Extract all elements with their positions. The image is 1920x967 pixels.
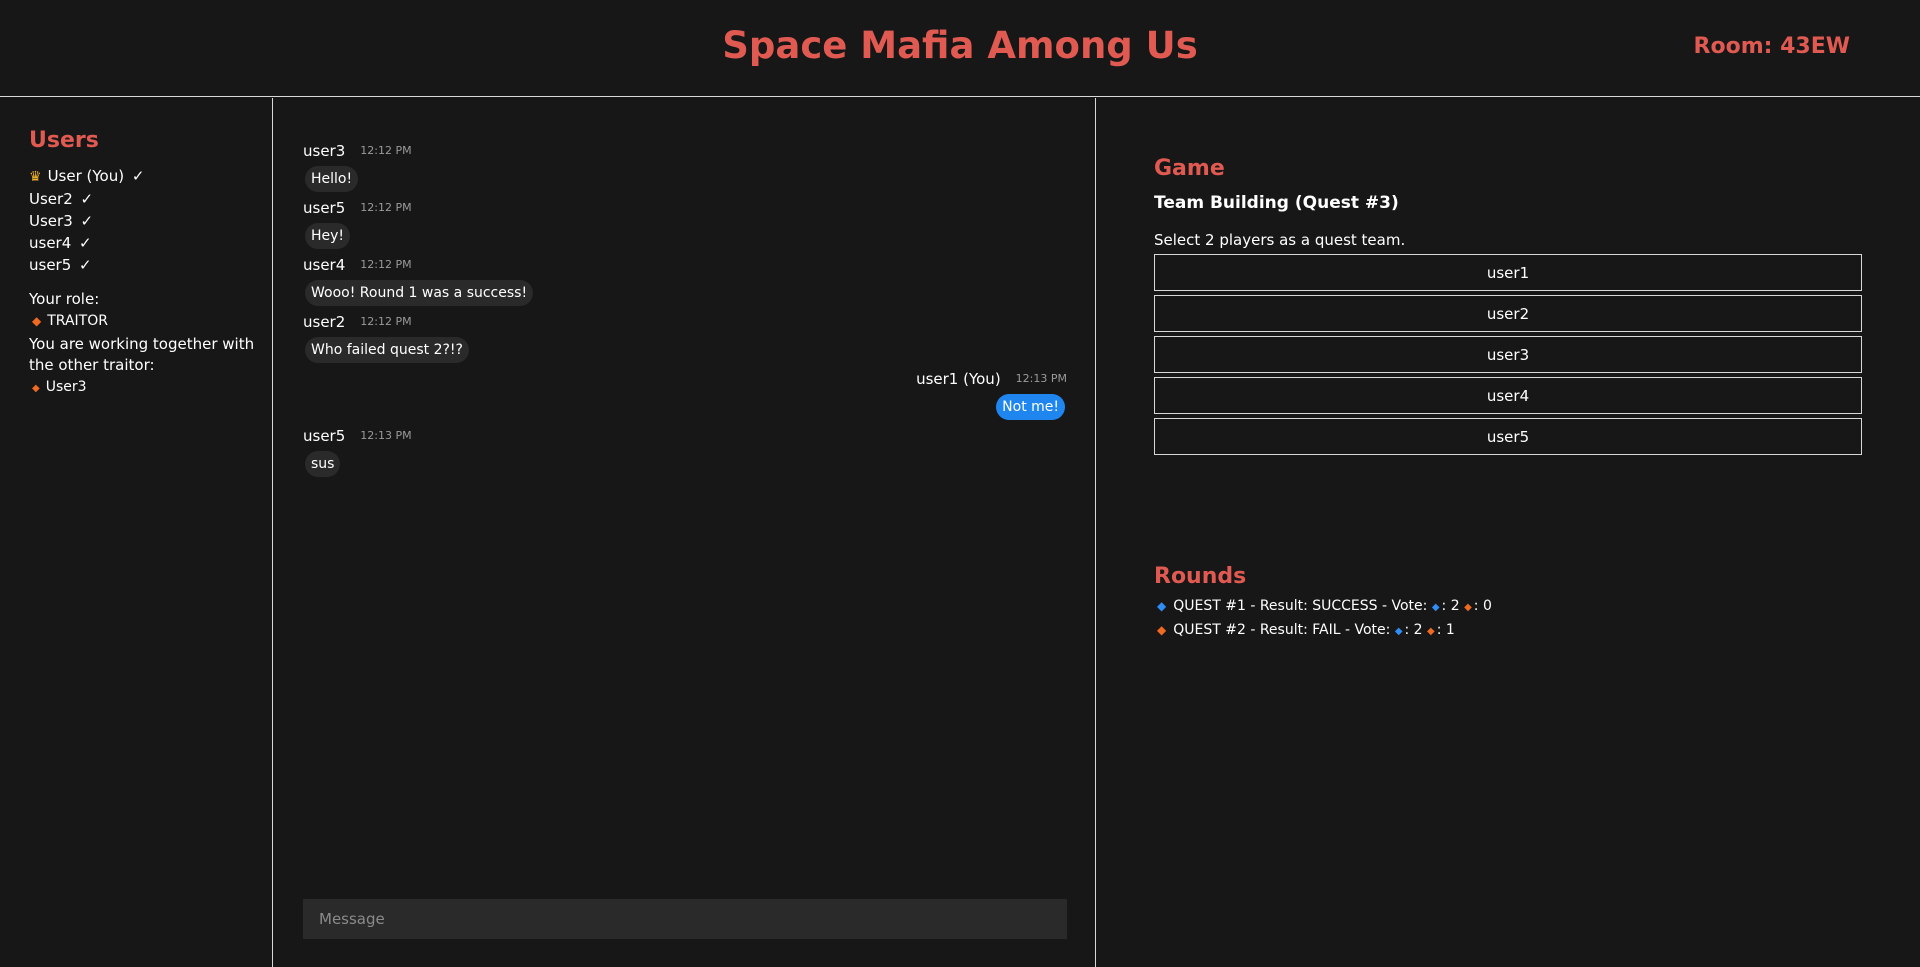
message-bubble: sus xyxy=(305,451,341,477)
player-select-button[interactable]: user4 xyxy=(1154,377,1862,414)
rounds-heading: Rounds xyxy=(1154,564,1247,589)
game-instruction: Select 2 players as a quest team. xyxy=(1154,231,1406,249)
chat-message: user5 12:12 PM Hey! xyxy=(303,197,1067,252)
message-bubble: Hello! xyxy=(305,166,359,192)
check-icon: ✓ xyxy=(79,256,92,274)
user-list-item: User3 ✓ xyxy=(29,210,272,232)
room-code: Room: 43EW xyxy=(1693,34,1850,59)
crown-icon: ♛ xyxy=(29,169,42,185)
user-list: ♛ User (You) ✓ User2 ✓ User3 ✓ user4 ✓ us… xyxy=(29,165,272,276)
message-author: user5 xyxy=(303,198,346,217)
ally-row: ◆ User3 xyxy=(29,376,272,400)
orange-diamond-icon: ◆ xyxy=(1427,626,1435,637)
fail-vote-count: : 0 xyxy=(1473,598,1492,614)
chat-panel: user3 12:12 PM Hello! user5 12:12 PM Hey! … xyxy=(274,98,1096,967)
round-summary: QUEST #1 - Result: SUCCESS - Vote: xyxy=(1173,598,1428,614)
app-title: Space Mafia Among Us xyxy=(722,24,1198,67)
check-icon: ✓ xyxy=(80,190,94,208)
check-icon: ✓ xyxy=(80,212,94,230)
message-time: 12:13 PM xyxy=(360,429,412,442)
user-name: user4 xyxy=(29,234,72,252)
user-name: user5 xyxy=(29,256,72,274)
message-author: user2 xyxy=(303,312,346,331)
chat-message: user4 12:12 PM Wooo! Round 1 was a succes… xyxy=(303,254,1067,309)
game-panel: Game Team Building (Quest #3) Select 2 p… xyxy=(1097,98,1920,967)
user-list-item: user4 ✓ xyxy=(29,232,272,254)
message-input[interactable] xyxy=(303,899,1067,939)
fail-vote-count: : 1 xyxy=(1436,622,1455,638)
role-label: Your role: xyxy=(29,290,100,308)
user-name: User2 xyxy=(29,190,73,208)
message-author: user1 (You) xyxy=(916,369,1001,388)
blue-diamond-icon: ◆ xyxy=(1431,602,1440,613)
check-icon: ✓ xyxy=(131,167,145,185)
round-summary: QUEST #2 - Result: FAIL - Vote: xyxy=(1173,622,1391,638)
round-item: ◆ QUEST #2 - Result: FAIL - Vote: ◆: 2 ◆:… xyxy=(1154,619,1862,643)
app-header: Space Mafia Among Us Room: 43EW xyxy=(0,0,1920,97)
message-author: user5 xyxy=(303,426,346,445)
user-list-item: ♛ User (You) ✓ xyxy=(29,165,272,188)
user-list-item: user5 ✓ xyxy=(29,254,272,276)
message-list: user3 12:12 PM Hello! user5 12:12 PM Hey! … xyxy=(303,140,1067,482)
orange-diamond-icon: ◆ xyxy=(32,383,40,394)
player-select-button[interactable]: user5 xyxy=(1154,418,1862,455)
chat-message: user2 12:12 PM Who failed quest 2?!? xyxy=(303,311,1067,366)
role-name: TRAITOR xyxy=(47,313,108,329)
chat-message: user3 12:12 PM Hello! xyxy=(303,140,1067,195)
blue-diamond-icon: ◆ xyxy=(1394,626,1403,637)
own-chat-message: user1 (You) 12:13 PM Not me! xyxy=(303,368,1067,423)
message-time: 12:12 PM xyxy=(360,315,412,328)
message-time: 12:13 PM xyxy=(1015,372,1067,385)
message-bubble: Wooo! Round 1 was a success! xyxy=(305,280,534,306)
orange-diamond-icon: ◆ xyxy=(32,314,42,328)
success-vote-count: : 2 xyxy=(1404,622,1423,638)
game-section: Game Team Building (Quest #3) Select 2 p… xyxy=(1154,156,1862,459)
user-name: User3 xyxy=(29,212,73,230)
user-name: User (You) xyxy=(47,167,125,185)
users-heading: Users xyxy=(29,128,99,153)
player-select-button[interactable]: user3 xyxy=(1154,336,1862,373)
game-heading: Game xyxy=(1154,156,1225,181)
orange-diamond-icon: ◆ xyxy=(1464,602,1472,613)
player-select-button[interactable]: user2 xyxy=(1154,295,1862,332)
message-bubble: Hey! xyxy=(305,223,351,249)
role-value: ◆ TRAITOR xyxy=(29,310,272,332)
orange-diamond-icon: ◆ xyxy=(1157,623,1167,637)
message-time: 12:12 PM xyxy=(360,144,412,157)
users-sidebar: Users ♛ User (You) ✓ User2 ✓ User3 ✓ user… xyxy=(0,98,273,967)
game-phase-title: Team Building (Quest #3) xyxy=(1154,193,1399,213)
blue-diamond-icon: ◆ xyxy=(1157,599,1167,613)
message-time: 12:12 PM xyxy=(360,258,412,271)
round-item: ◆ QUEST #1 - Result: SUCCESS - Vote: ◆: 2… xyxy=(1154,595,1862,619)
check-icon: ✓ xyxy=(79,234,92,252)
message-time: 12:12 PM xyxy=(360,201,412,214)
message-author: user3 xyxy=(303,141,346,160)
message-author: user4 xyxy=(303,255,346,274)
message-bubble: Who failed quest 2?!? xyxy=(305,337,469,363)
message-bubble: Not me! xyxy=(996,394,1065,420)
ally-name: User3 xyxy=(45,379,87,395)
chat-message: user5 12:13 PM sus xyxy=(303,425,1067,480)
user-list-item: User2 ✓ xyxy=(29,188,272,210)
player-select-button[interactable]: user1 xyxy=(1154,254,1862,291)
rounds-section: Rounds ◆ QUEST #1 - Result: SUCCESS - Vot… xyxy=(1154,564,1862,643)
success-vote-count: : 2 xyxy=(1441,598,1460,614)
role-note: You are working together with the other … xyxy=(29,335,255,374)
